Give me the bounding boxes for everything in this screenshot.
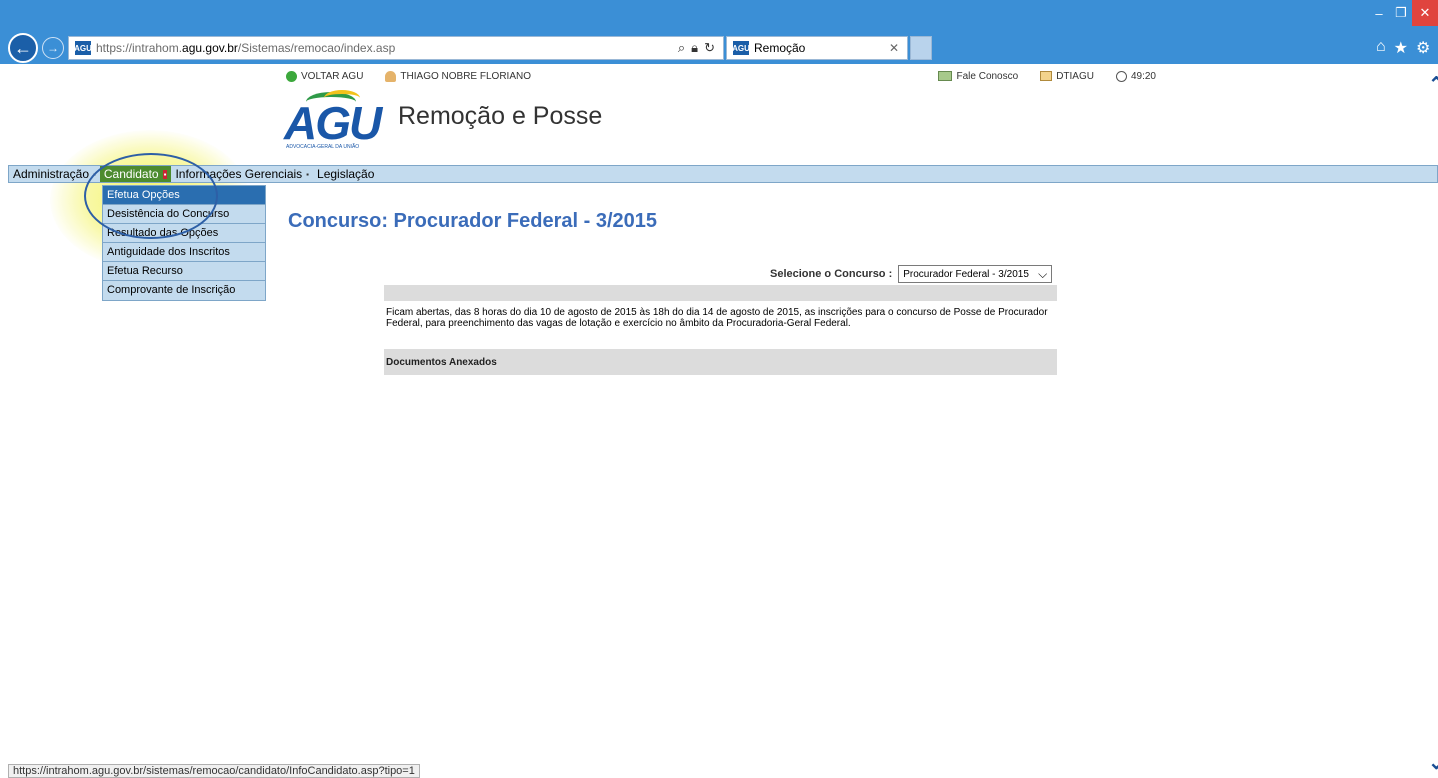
back-button[interactable]: ← xyxy=(8,33,38,63)
fale-label: Fale Conosco xyxy=(956,70,1019,82)
documents-header: Documentos Anexados xyxy=(384,349,1057,375)
url-path: /Sistemas/remocao/index.asp xyxy=(237,41,396,55)
tab-close-icon[interactable]: ✕ xyxy=(889,41,907,55)
tab-favicon-icon: AGU xyxy=(732,41,750,55)
home-icon-small xyxy=(1040,71,1053,81)
candidato-dropdown: Efetua Opções Desistência do Concurso Re… xyxy=(102,185,266,301)
clock-icon xyxy=(1115,70,1127,82)
logo-text: AGU xyxy=(284,97,382,149)
voltar-label: VOLTAR AGU xyxy=(301,70,364,82)
voltar-link[interactable]: VOLTAR AGU xyxy=(286,70,364,82)
app-title: Remoção e Posse xyxy=(398,102,603,130)
menu-label: Legislação xyxy=(317,167,375,181)
dtiagu-label: DTIAGU xyxy=(1056,70,1094,82)
menu-arrow-icon: ▪ xyxy=(162,169,168,179)
chevron-down-icon: ⌵ xyxy=(1038,266,1048,281)
back-circle-icon xyxy=(286,70,297,82)
home-icon[interactable]: ⌂ xyxy=(1376,38,1386,58)
dropdown-item-comprovante[interactable]: Comprovante de Inscrição xyxy=(103,281,265,300)
session-timer: 49:20 xyxy=(1115,70,1156,82)
dropdown-item-efetua-opcoes[interactable]: Efetua Opções xyxy=(103,186,265,205)
new-tab-button[interactable] xyxy=(910,36,932,60)
menu-candidato[interactable]: Candidato ▪ xyxy=(99,166,172,182)
user-name: THIAGO NOBRE FLORIANO xyxy=(400,70,531,82)
tab-title: Remoção xyxy=(754,41,806,55)
menu-informacoes-gerenciais[interactable]: Informações Gerenciais ▪ xyxy=(171,166,313,182)
menu-label: Administração xyxy=(13,167,90,181)
search-icon[interactable]: ⌕ xyxy=(678,40,685,56)
concurso-select-row: Selecione o Concurso : Procurador Federa… xyxy=(770,265,1053,283)
forward-button[interactable]: → xyxy=(42,37,64,59)
section-divider xyxy=(384,285,1057,301)
notice-text: Ficam abertas, das 8 horas do dia 10 de … xyxy=(386,307,1048,329)
user-icon xyxy=(385,70,397,82)
select-label: Selecione o Concurso : xyxy=(770,268,893,280)
dtiagu-link[interactable]: DTIAGU xyxy=(1040,71,1094,82)
refresh-icon[interactable]: ↻ xyxy=(704,40,715,56)
status-bar: https://intrahom.agu.gov.br/sistemas/rem… xyxy=(8,764,420,778)
user-info: THIAGO NOBRE FLORIANO xyxy=(385,70,531,82)
browser-chrome: – ❐ ✕ ← → AGU https://intrahom.agu.gov.b… xyxy=(0,0,1438,64)
url-prefix: https://intrahom. xyxy=(96,41,183,55)
documents-label: Documentos Anexados xyxy=(386,356,497,368)
menu-label: Informações Gerenciais xyxy=(175,167,303,181)
favorites-star-icon[interactable]: ★ xyxy=(1394,38,1408,58)
url-text[interactable]: https://intrahom.agu.gov.br/Sistemas/rem… xyxy=(96,41,678,55)
menu-arrow-icon: ▪ xyxy=(93,169,96,179)
back-arrow-icon: ← xyxy=(14,37,32,58)
dropdown-item-resultado[interactable]: Resultado das Opções xyxy=(103,224,265,243)
main-menu: Administração ▪ Candidato ▪ Informações Ge… xyxy=(8,165,1438,183)
timer-value: 49:20 xyxy=(1130,70,1156,82)
mail-icon xyxy=(938,71,953,81)
select-value: Procurador Federal - 3/2015 xyxy=(903,268,1029,280)
menu-arrow-icon: ▪ xyxy=(306,169,310,179)
forward-arrow-icon: → xyxy=(47,41,59,55)
dropdown-item-recurso[interactable]: Efetua Recurso xyxy=(103,262,265,281)
site-favicon-icon: AGU xyxy=(74,41,92,55)
page-heading: Concurso: Procurador Federal - 3/2015 xyxy=(288,210,658,232)
settings-gear-icon[interactable]: ⚙ xyxy=(1416,38,1430,58)
lock-icon[interactable]: 🔒︎ xyxy=(691,40,698,56)
utility-bar: VOLTAR AGU THIAGO NOBRE FLORIANO Fale Co… xyxy=(272,64,1170,88)
menu-label: Candidato xyxy=(103,167,159,181)
browser-tab[interactable]: AGU Remoção ✕ xyxy=(726,36,908,60)
menu-administracao[interactable]: Administração ▪ xyxy=(9,166,100,182)
address-bar[interactable]: AGU https://intrahom.agu.gov.br/Sistemas… xyxy=(68,36,724,60)
dropdown-item-antiguidade[interactable]: Antiguidade dos Inscritos xyxy=(103,243,265,262)
fale-conosco-link[interactable]: Fale Conosco xyxy=(938,71,1018,82)
scroll-down-icon[interactable]: ⌄ xyxy=(1428,750,1438,775)
concurso-select[interactable]: Procurador Federal - 3/2015 ⌵ xyxy=(898,265,1053,283)
scroll-up-icon[interactable]: ⌃ xyxy=(1428,72,1438,97)
close-window-button[interactable]: ✕ xyxy=(1412,0,1438,26)
url-domain: agu.gov.br xyxy=(182,41,238,55)
logo-subtitle: ADVOCACIA-GERAL DA UNIÃO xyxy=(286,144,360,150)
restore-button[interactable]: ❐ xyxy=(1390,0,1412,26)
dropdown-item-desistencia[interactable]: Desistência do Concurso xyxy=(103,205,265,224)
agu-logo[interactable]: AGU ADVOCACIA-GERAL DA UNIÃO xyxy=(284,90,384,150)
minimize-button[interactable]: – xyxy=(1368,0,1390,26)
menu-legislacao[interactable]: Legislação xyxy=(313,166,378,182)
